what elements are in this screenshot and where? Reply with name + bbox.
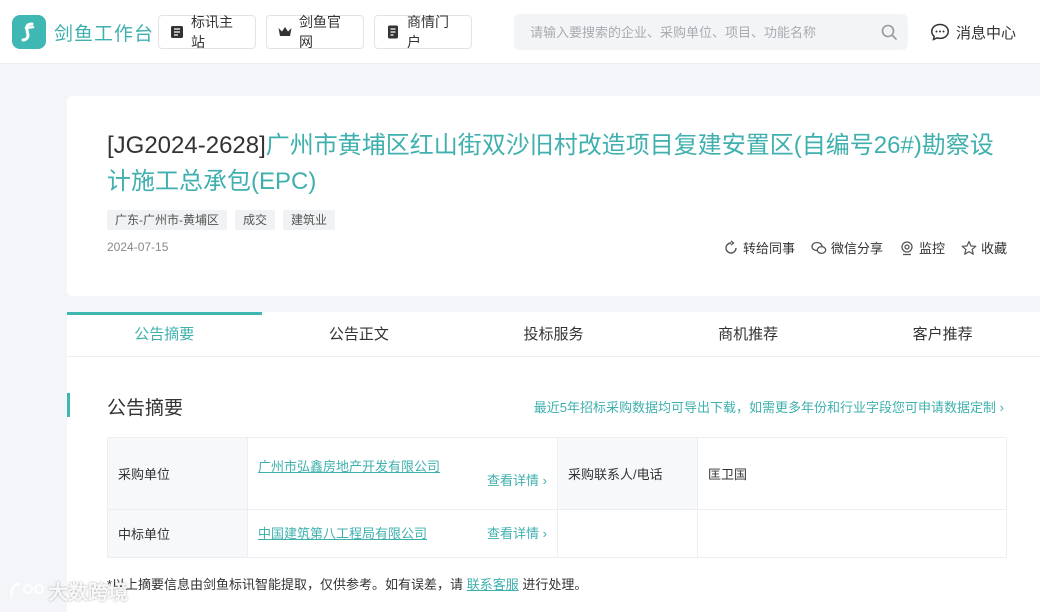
details-label: 查看详情 [487, 525, 540, 541]
search-box [514, 14, 908, 50]
contact-value: 匡卫国 [697, 437, 1007, 510]
details-label: 查看详情 [487, 472, 540, 488]
brand-name: 剑鱼工作台 [54, 23, 155, 45]
favorite-label: 收藏 [980, 241, 1007, 256]
tag-status: 成交 [235, 210, 276, 230]
nav-business-portal-button[interactable]: 商情门户 [374, 14, 472, 50]
winner-details-link[interactable]: 查看详情 › [487, 523, 547, 545]
watermark-logo-icon [10, 582, 45, 597]
data-export-link[interactable]: 最近5年招标采购数据均可导出下载，如需更多年份和行业字段您可申请数据定制 › [534, 397, 1004, 416]
purchaser-label: 采购单位 [107, 437, 248, 510]
detail-tabs: 公告摘要 公告正文 投标服务 商机推荐 客户推荐 [67, 312, 1040, 357]
empty-label-cell [557, 509, 698, 558]
wechat-icon [811, 240, 827, 256]
monitor-button[interactable]: 监控 [899, 238, 945, 257]
section-title: 公告摘要 [107, 398, 184, 419]
summary-table: 采购单位 广州市弘鑫房地产开发有限公司 查看详情 › 采购联系人/电话 匡卫国 … [107, 437, 1007, 558]
notice-tags: 广东-广州市-黄埔区 成交 建筑业 [107, 210, 343, 230]
tab-customers[interactable]: 客户推荐 [845, 312, 1040, 357]
disclaimer-suffix: 进行处理。 [522, 577, 588, 592]
chevron-right-icon: › [999, 400, 1004, 415]
publish-date: 2024-07-15 [107, 240, 169, 254]
brand[interactable]: 剑鱼工作台 [12, 14, 154, 50]
search-input[interactable] [514, 14, 874, 50]
disclaimer: *以上摘要信息由剑鱼标讯智能提取，仅供参考。如有误差，请 联系客服 进行处理。 [107, 574, 587, 593]
nav-main-site-label: 标讯主站 [191, 14, 233, 50]
tab-bid-service[interactable]: 投标服务 [456, 312, 651, 357]
wechat-share-button[interactable]: 微信分享 [811, 238, 883, 257]
table-row: 中标单位 中国建筑第八工程局有限公司 查看详情 › [107, 509, 1007, 558]
winner-label: 中标单位 [107, 509, 248, 558]
search-icon[interactable] [880, 23, 898, 41]
contact-label: 采购联系人/电话 [557, 437, 698, 510]
monitor-label: 监控 [918, 241, 945, 256]
favorite-button[interactable]: 收藏 [961, 238, 1007, 257]
message-center-button[interactable]: 消息中心 [930, 20, 1016, 44]
crown-icon [277, 24, 293, 40]
tag-industry: 建筑业 [283, 210, 336, 230]
purchaser-details-link[interactable]: 查看详情 › [487, 470, 547, 492]
notice-header-card: [JG2024-2628]广州市黄埔区红山街双沙旧村改造项目复建安置区(自编号2… [67, 96, 1040, 296]
notice-actions: 转给同事 微信分享 监控 收藏 [707, 238, 1007, 257]
chat-bubble-icon [930, 22, 950, 42]
data-export-text: 最近5年招标采购数据均可导出下载，如需更多年份和行业字段您可申请数据定制 [533, 400, 997, 415]
tab-opportunities[interactable]: 商机推荐 [651, 312, 846, 357]
nav-business-portal-label: 商情门户 [407, 14, 449, 50]
tab-full-text[interactable]: 公告正文 [262, 312, 457, 357]
winner-link[interactable]: 中国建筑第八工程局有限公司 [258, 523, 453, 545]
purchaser-link[interactable]: 广州市弘鑫房地产开发有限公司 [258, 456, 453, 478]
notice-title: [JG2024-2628]广州市黄埔区红山街双沙旧村改造项目复建安置区(自编号2… [107, 128, 1017, 200]
empty-value-cell [697, 509, 1007, 558]
document-icon [385, 24, 401, 40]
forward-label: 转给同事 [742, 241, 795, 256]
contact-support-link[interactable]: 联系客服 [467, 577, 519, 592]
notice-code: [JG2024-2628] [107, 132, 266, 159]
disclaimer-text: *以上摘要信息由剑鱼标讯智能提取，仅供参考。如有误差，请 [107, 577, 464, 592]
forward-icon [723, 239, 739, 256]
message-center-label: 消息中心 [956, 24, 1017, 42]
section-accent [67, 393, 70, 417]
purchaser-cell: 广州市弘鑫房地产开发有限公司 查看详情 › [247, 437, 558, 510]
star-icon [961, 240, 977, 256]
winner-cell: 中国建筑第八工程局有限公司 查看详情 › [247, 509, 558, 558]
top-bar: 剑鱼工作台 标讯主站 剑鱼官网 商情门户 消息中心 [0, 0, 1040, 64]
watermark: 大数跨境 [8, 576, 128, 605]
camera-icon [899, 240, 915, 256]
brand-logo-icon [12, 15, 46, 49]
summary-panel: 公告摘要 最近5年招标采购数据均可导出下载，如需更多年份和行业字段您可申请数据定… [67, 357, 1040, 612]
book-icon [169, 24, 185, 40]
tag-region: 广东-广州市-黄埔区 [107, 210, 227, 230]
tab-summary[interactable]: 公告摘要 [67, 312, 262, 357]
nav-main-site-button[interactable]: 标讯主站 [158, 14, 256, 50]
nav-official-site-label: 剑鱼官网 [299, 14, 341, 50]
forward-button[interactable]: 转给同事 [723, 238, 795, 257]
watermark-text: 大数跨境 [48, 582, 128, 604]
table-row: 采购单位 广州市弘鑫房地产开发有限公司 查看详情 › 采购联系人/电话 匡卫国 [107, 437, 1007, 510]
wechat-share-label: 微信分享 [830, 241, 883, 256]
nav-official-site-button[interactable]: 剑鱼官网 [266, 14, 364, 50]
